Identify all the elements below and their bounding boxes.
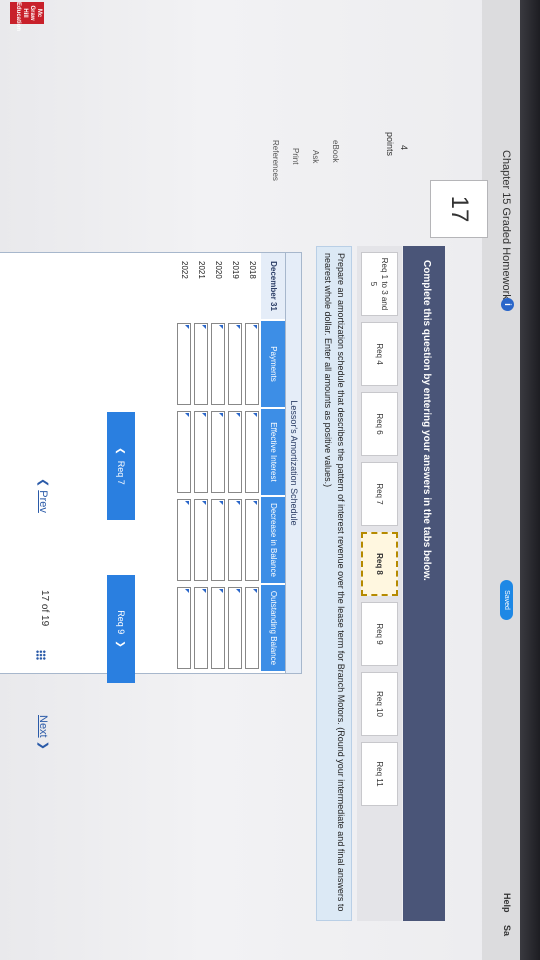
requirement-instructions: Prepare an amortization schedule that de… [316,246,352,921]
ebook-link[interactable]: eBook [331,140,340,163]
input-interest-2022[interactable] [177,411,191,493]
tab-req-10[interactable]: Req 10 [361,672,398,736]
next-req-label: Req 9 [116,610,126,635]
monitor-bezel [520,0,540,960]
next-question-link[interactable]: Next ❯ [37,715,50,750]
requirement-tabs: Req 1 to 3 and 5 Req 4 Req 6 Req 7 Req 8… [357,246,402,921]
input-decrease-2022[interactable] [177,499,191,581]
question-grid-icon[interactable] [31,650,49,660]
chevron-right-icon: ❯ [37,740,49,750]
saved-status-badge: Saved [500,580,513,620]
row-label-2019: 2019 [231,261,240,279]
chevron-left-icon: ❮ [37,478,49,488]
col-header-effective-interest: Effective Interest [261,409,285,495]
tab-req-11[interactable]: Req 11 [361,742,398,806]
input-balance-2022[interactable] [177,587,191,669]
tab-req-1-to-3-and-5[interactable]: Req 1 to 3 and 5 [361,252,398,316]
col-header-payments: Payments [261,321,285,407]
input-balance-2021[interactable] [194,587,208,669]
col-header-december-31: December 31 [261,253,285,319]
col-header-decrease-in-balance: Decrease in Balance [261,497,285,583]
chevron-left-icon: ❮ [116,447,127,455]
save-exit-link[interactable]: Sa [502,925,512,936]
instructions-banner: Complete this question by entering your … [403,246,445,921]
col-header-outstanding-balance: Outstanding Balance [261,585,285,671]
question-position: 17 of 19 [39,590,50,627]
monitor-screen: Chapter 15 Graded Homework i Saved Help … [0,0,520,960]
references-link[interactable]: References [271,140,280,181]
input-interest-2020[interactable] [211,411,225,493]
input-balance-2020[interactable] [211,587,225,669]
points-label: points [385,132,395,157]
banner-text: Complete this question by entering your … [421,260,432,581]
top-bar [482,0,520,960]
homework-page: Chapter 15 Graded Homework i Saved Help … [0,0,520,960]
next-question-label: Next [37,715,49,738]
tab-req-8[interactable]: Req 8 [361,532,398,596]
print-link[interactable]: Print [291,148,300,164]
input-decrease-2019[interactable] [228,499,242,581]
input-decrease-2018[interactable] [245,499,259,581]
input-decrease-2020[interactable] [211,499,225,581]
tab-req-7[interactable]: Req 7 [361,462,398,526]
input-payment-2021[interactable] [194,323,208,405]
input-balance-2019[interactable] [228,587,242,669]
mcgraw-hill-logo: Mc Graw Hill Education [10,2,44,31]
ask-link[interactable]: Ask [311,150,320,163]
chapter-title: Chapter 15 Graded Homework [500,150,512,300]
input-payment-2020[interactable] [211,323,225,405]
input-interest-2019[interactable] [228,411,242,493]
prev-req-label: Req 7 [116,460,126,485]
points-value: 4 [399,145,409,151]
row-label-2021: 2021 [197,261,206,279]
info-icon[interactable]: i [501,298,514,311]
prev-question-link[interactable]: ❮ Prev [37,478,50,513]
row-label-2020: 2020 [214,261,223,279]
table-title: Lessor's Amortization Schedule [285,253,301,673]
input-payment-2022[interactable] [177,323,191,405]
row-label-2018: 2018 [248,261,257,279]
tab-req-4[interactable]: Req 4 [361,322,398,386]
input-interest-2021[interactable] [194,411,208,493]
input-balance-2018[interactable] [245,587,259,669]
tab-req-6[interactable]: Req 6 [361,392,398,456]
row-label-2022: 2022 [180,261,189,279]
input-interest-2018[interactable] [245,411,259,493]
tab-req-9[interactable]: Req 9 [361,602,398,666]
help-link[interactable]: Help [502,893,512,913]
next-req-button[interactable]: Req 9 ❯ [107,575,135,683]
input-decrease-2021[interactable] [194,499,208,581]
prev-req-button[interactable]: ❮ Req 7 [107,412,135,520]
chevron-right-icon: ❯ [116,640,127,648]
input-payment-2018[interactable] [245,323,259,405]
question-number: 17 [430,180,488,238]
prev-question-label: Prev [37,490,49,513]
input-payment-2019[interactable] [228,323,242,405]
